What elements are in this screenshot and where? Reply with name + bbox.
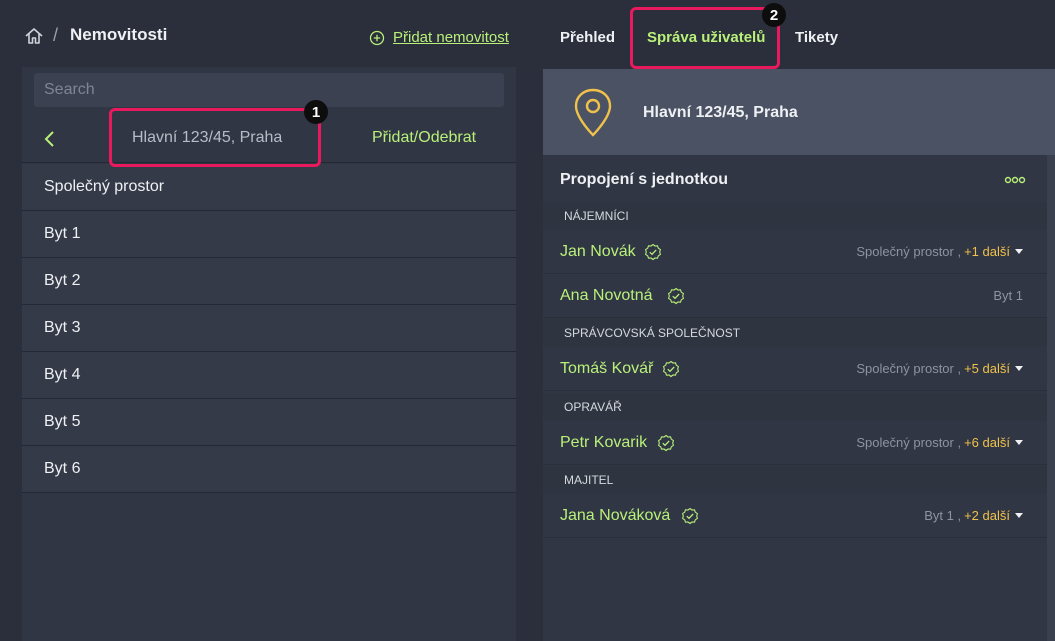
unit-list: Společný prostor Byt 1 Byt 2 Byt 3 Byt 4…: [22, 164, 516, 493]
add-property-button[interactable]: Přidat nemovitost: [369, 29, 509, 46]
group-label-majitel: MAJITEL: [543, 466, 1047, 494]
unit-list-text: Společný prostor ,: [856, 244, 962, 259]
tab-prehled[interactable]: Přehled: [560, 29, 615, 46]
more-units-link[interactable]: +2 další: [964, 508, 1010, 523]
current-property-label: Hlavní 123/45, Praha: [132, 129, 283, 146]
group-label-najemnici: NÁJEMNÍCI: [543, 202, 1047, 230]
caret-down-icon[interactable]: [1015, 513, 1023, 518]
annotation-badge-1: 1: [304, 100, 328, 124]
section-title: Propojení s jednotkou: [560, 171, 729, 188]
top-bar: / Nemovitosti Přidat nemovitost Přehled …: [0, 0, 1055, 68]
table-row: Petr Kovarik Společný prostor , +6 další: [543, 421, 1047, 465]
breadcrumb-separator: /: [53, 25, 59, 45]
person-name[interactable]: Jana Nováková: [560, 507, 670, 525]
list-item-spolecny-prostor[interactable]: Společný prostor: [22, 164, 516, 211]
person-name[interactable]: Ana Novotná: [560, 287, 653, 305]
group-label-opravar: OPRAVÁŘ: [543, 393, 1047, 421]
more-dots-icon[interactable]: [1004, 175, 1026, 185]
search-input[interactable]: [34, 73, 504, 107]
check-circle-icon: [644, 243, 662, 260]
annotation-badge-2: 2: [762, 3, 786, 27]
unit-list-text: Společný prostor ,: [856, 361, 962, 376]
unit-summary: Byt 1: [993, 288, 1023, 303]
person-name[interactable]: Jan Novák: [560, 243, 636, 261]
more-units-link[interactable]: +6 další: [964, 435, 1010, 450]
page-title: Nemovitosti: [70, 25, 168, 44]
table-row: Jana Nováková Byt 1 , +2 další: [543, 494, 1047, 538]
add-property-label: Přidat nemovitost: [393, 29, 509, 46]
property-detail-panel: Hlavní 123/45, Praha Propojení s jednotk…: [543, 69, 1055, 641]
list-item-byt-2[interactable]: Byt 2: [22, 258, 516, 305]
list-item-byt-1[interactable]: Byt 1: [22, 211, 516, 258]
check-circle-icon: [662, 360, 680, 377]
check-circle-icon: [657, 434, 675, 451]
caret-down-icon[interactable]: [1015, 440, 1023, 445]
unit-summary: Společný prostor , +1 další: [856, 244, 1023, 259]
group-label-spravcovska-spolecnost: SPRÁVCOVSKÁ SPOLEČNOST: [543, 319, 1047, 347]
table-row: Ana Novotná Byt 1: [543, 274, 1047, 318]
tab-sprava-uzivatelu[interactable]: Správa uživatelů: [647, 29, 765, 46]
person-name[interactable]: Tomáš Kovář: [560, 360, 653, 378]
caret-down-icon[interactable]: [1015, 249, 1023, 254]
property-name: Hlavní 123/45, Praha: [643, 104, 798, 121]
list-item-byt-3[interactable]: Byt 3: [22, 305, 516, 352]
map-pin-icon: [574, 88, 612, 137]
tab-tikety[interactable]: Tikety: [795, 29, 838, 46]
unit-list-text: Byt 1 ,: [924, 508, 962, 523]
more-units-link[interactable]: +1 další: [964, 244, 1010, 259]
list-item-byt-4[interactable]: Byt 4: [22, 352, 516, 399]
list-item-byt-5[interactable]: Byt 5: [22, 399, 516, 446]
property-header: Hlavní 123/45, Praha: [543, 69, 1055, 155]
scrollbar[interactable]: [1047, 155, 1055, 641]
more-units-link[interactable]: +5 další: [964, 361, 1010, 376]
chevron-left-icon[interactable]: [42, 129, 58, 149]
unit-list-text: Společný prostor ,: [856, 435, 962, 450]
person-name[interactable]: Petr Kovarik: [560, 434, 647, 452]
unit-summary: Byt 1 , +2 další: [924, 508, 1023, 523]
add-remove-button[interactable]: Přidat/Odebrat: [372, 129, 476, 147]
check-circle-icon: [667, 287, 685, 304]
table-row: Tomáš Kovář Společný prostor , +5 další: [543, 347, 1047, 391]
plus-circle-icon: [369, 30, 385, 45]
unit-list-text: Byt 1: [993, 288, 1023, 303]
table-row: Jan Novák Společný prostor , +1 další: [543, 230, 1047, 274]
list-item-byt-6[interactable]: Byt 6: [22, 446, 516, 493]
unit-summary: Společný prostor , +5 další: [856, 361, 1023, 376]
check-circle-icon: [681, 507, 699, 524]
unit-summary: Společný prostor , +6 další: [856, 435, 1023, 450]
unit-list-panel: Hlavní 123/45, Praha Přidat/Odebrat Spol…: [22, 67, 516, 641]
caret-down-icon[interactable]: [1015, 366, 1023, 371]
home-icon[interactable]: [24, 26, 44, 46]
property-nav: Hlavní 123/45, Praha Přidat/Odebrat: [22, 115, 516, 163]
